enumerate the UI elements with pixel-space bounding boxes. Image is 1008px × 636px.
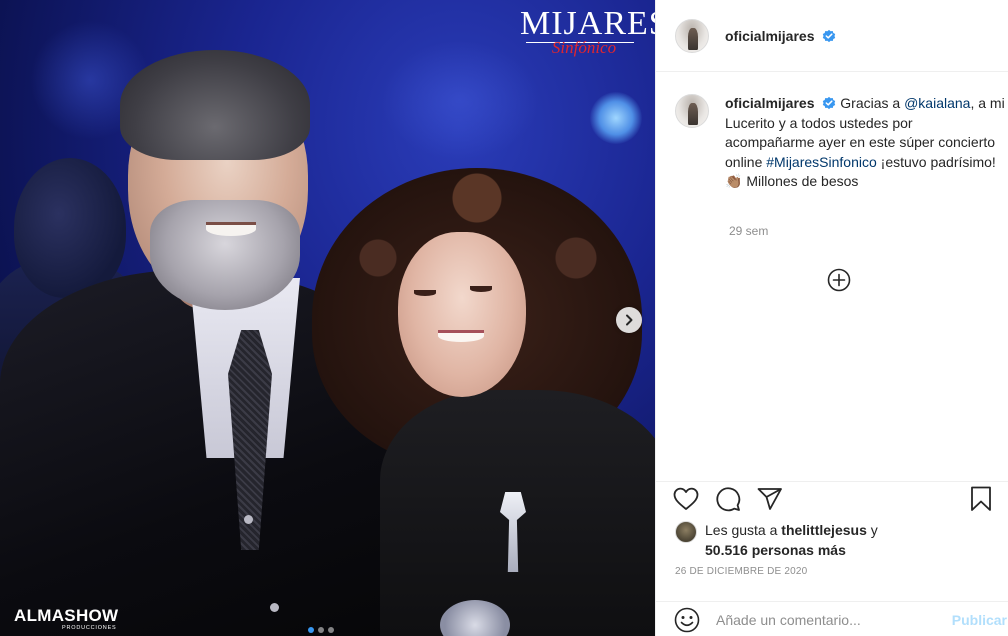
caption-username[interactable]: oficialmijares: [725, 95, 815, 111]
caption-text-part: Millones de besos: [742, 173, 859, 189]
hashtag-link[interactable]: #MijaresSinfonico: [766, 154, 877, 170]
man-beard: [150, 200, 300, 310]
background-person-head: [14, 158, 126, 298]
mention-link[interactable]: @kaialana: [904, 95, 970, 111]
carousel-indicator: [308, 627, 334, 633]
heart-icon: [673, 487, 699, 510]
header-username-text: oficialmijares: [725, 27, 815, 44]
emoji-icon[interactable]: [674, 607, 700, 633]
save-button[interactable]: [967, 485, 995, 513]
caption-text-part: Gracias a: [836, 95, 905, 111]
carousel-dot: [328, 627, 334, 633]
chevron-right-icon: [626, 314, 633, 326]
post-actions: Les gusta a thelittlejesus y 50.516 pers…: [656, 481, 1008, 577]
caption-text: oficialmijares Gracias a @kaialana, a mi…: [725, 94, 1005, 192]
carousel-dot-active: [308, 627, 314, 633]
verified-badge-icon: [823, 29, 836, 42]
like-button[interactable]: [672, 485, 700, 513]
likes-count[interactable]: 50.516 personas más: [705, 542, 846, 558]
caption-timestamp[interactable]: 29 sem: [729, 224, 768, 238]
share-button[interactable]: [756, 485, 784, 513]
man-smile: [206, 222, 256, 236]
woman-eye: [414, 290, 436, 296]
liker-username[interactable]: thelittlejesus: [781, 522, 867, 538]
watermark-subtitle: PRODUCCIONES: [62, 625, 117, 631]
caption-comment: oficialmijares Gracias a @kaialana, a mi…: [675, 94, 1005, 192]
jacket-button: [270, 603, 279, 612]
bookmark-icon: [971, 486, 991, 511]
comment-icon: [716, 487, 741, 512]
clapping-emoji: 👏🏽: [725, 173, 743, 189]
likes-text: Les gusta a thelittlejesus y 50.516 pers…: [705, 520, 878, 560]
logo-subtitle: Sinfónico: [551, 38, 617, 57]
post-header: oficialmijares: [656, 0, 1008, 72]
stage-light: [380, 40, 540, 160]
almashow-watermark: ALMASHOW: [14, 606, 119, 625]
caption-avatar[interactable]: [675, 94, 709, 128]
post-date[interactable]: 26 DE DICIEMBRE DE 2020: [675, 566, 807, 577]
liker-avatar[interactable]: [675, 521, 697, 543]
woman-eye: [470, 286, 492, 292]
header-username[interactable]: oficialmijares: [725, 28, 836, 44]
verified-badge-icon: [823, 96, 836, 110]
stage-light-bokeh: [590, 92, 642, 144]
woman-face: [398, 232, 526, 397]
share-icon: [757, 488, 782, 510]
add-comment-bar: Publicar: [656, 601, 1008, 636]
woman-smile: [438, 330, 484, 342]
likes-summary: Les gusta a thelittlejesus y 50.516 pers…: [675, 520, 878, 560]
comments-section: oficialmijares Gracias a @kaialana, a mi…: [656, 72, 1008, 482]
likes-joiner: y: [866, 522, 878, 538]
post-photo[interactable]: MIJARES Sinfónico ALMASHOW PRODUCCIONES: [0, 0, 655, 636]
publish-button[interactable]: Publicar: [952, 612, 1008, 628]
action-bar: [656, 482, 1008, 514]
carousel-dot: [318, 627, 324, 633]
plus-circle-icon[interactable]: [827, 268, 851, 292]
jacket-button: [244, 515, 253, 524]
carousel-next-button[interactable]: [616, 307, 642, 333]
caption-text-part: ¡estuvo padrísimo!: [876, 153, 996, 170]
logo-title: MIJARES: [520, 5, 655, 42]
man-hair: [120, 50, 310, 160]
comment-button[interactable]: [714, 485, 742, 513]
post-side-panel: oficialmijares oficialmijares Gracias a …: [655, 0, 1008, 636]
profile-avatar[interactable]: [675, 18, 709, 53]
comment-input[interactable]: [716, 611, 916, 628]
instagram-post: MIJARES Sinfónico ALMASHOW PRODUCCIONES …: [0, 0, 1008, 636]
likes-prefix: Les gusta a: [705, 522, 782, 538]
